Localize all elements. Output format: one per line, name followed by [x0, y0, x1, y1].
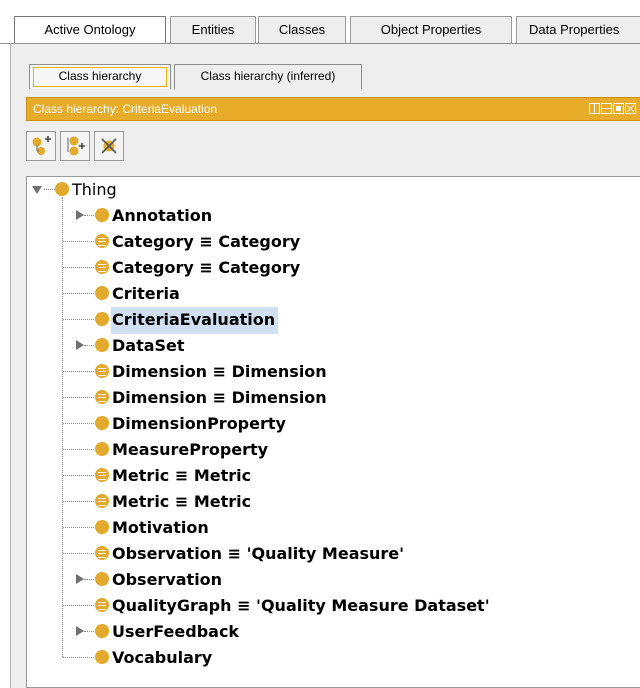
node-label: UserFeedback [112, 622, 240, 641]
split-horizontal-icon[interactable] [601, 103, 612, 114]
tab-entities[interactable]: Entities [170, 16, 256, 44]
tree-connector [63, 397, 94, 398]
node-label: MeasureProperty [112, 440, 269, 459]
node-label: Category ≡ Category [112, 232, 301, 251]
defined-class-icon [95, 364, 109, 378]
class-hierarchy-tree[interactable]: Thing Annotation Category ≡ Category Categ… [26, 176, 640, 688]
tree-connector [63, 267, 94, 268]
class-icon [95, 442, 109, 456]
close-view-icon[interactable] [625, 103, 636, 114]
collapse-arrow-icon[interactable] [32, 186, 42, 194]
node-label: Observation [112, 570, 223, 589]
tab-label: Class hierarchy [58, 69, 142, 83]
class-icon [95, 208, 109, 222]
tab-label: Classes [278, 22, 326, 37]
tree-container: Thing Annotation Category ≡ Category Categ… [27, 177, 640, 687]
node-label: Dimension ≡ Dimension [112, 388, 327, 407]
tree-connector [63, 241, 94, 242]
class-icon [95, 416, 109, 430]
expand-arrow-icon[interactable] [76, 626, 84, 636]
defined-class-icon [95, 494, 109, 508]
tree-connector [63, 371, 94, 372]
tab-label: Active Ontology [44, 22, 136, 37]
tree-connector [84, 631, 94, 632]
hierarchy-toolbar [26, 128, 124, 164]
tab-classes[interactable]: Classes [258, 16, 346, 44]
class-icon [95, 650, 109, 664]
class-icon [95, 338, 109, 352]
tree-connector [63, 527, 94, 528]
node-label: Dimension ≡ Dimension [112, 362, 327, 381]
defined-class-icon [95, 546, 109, 560]
expand-arrow-icon[interactable] [76, 574, 84, 584]
defined-class-icon [95, 468, 109, 482]
tab-label: Data Properties [529, 22, 620, 37]
node-label: Metric ≡ Metric [112, 492, 252, 511]
top-tab-bar: Active Ontology Entities Classes Object … [0, 0, 640, 44]
node-label: Metric ≡ Metric [112, 466, 252, 485]
expand-arrow-icon[interactable] [76, 210, 84, 220]
tree-connector [63, 605, 94, 606]
node-label: Category ≡ Category [112, 258, 301, 277]
tree-connector [63, 553, 94, 554]
defined-class-icon [95, 234, 109, 248]
add-subclass-icon [32, 136, 51, 155]
classes-tab-content: Class hierarchy Class hierarchy (inferre… [10, 44, 640, 688]
tree-connector [63, 319, 94, 320]
node-label: Criteria [112, 284, 180, 303]
node-label: Thing [72, 180, 117, 199]
tree-connector [63, 423, 94, 424]
node-label: DataSet [112, 336, 185, 355]
view-header: Class hierarchy: CriteriaEvaluation [26, 97, 640, 121]
class-icon [95, 520, 109, 534]
tree-connector [44, 189, 55, 190]
defined-class-icon [95, 260, 109, 274]
defined-class-icon [95, 390, 109, 404]
tree-connector [63, 293, 94, 294]
tree-connector [84, 579, 94, 580]
class-icon [95, 312, 109, 326]
tree-connector [63, 475, 94, 476]
maximize-icon[interactable] [613, 103, 624, 114]
class-icon [95, 286, 109, 300]
tree-connector [63, 657, 94, 658]
tree-connector [63, 501, 94, 502]
defined-class-icon [95, 598, 109, 612]
tab-data-properties[interactable]: Data Properties [516, 16, 640, 44]
node-label: Vocabulary [112, 648, 213, 667]
tree-connector [63, 449, 94, 450]
tab-class-hierarchy-inferred[interactable]: Class hierarchy (inferred) [174, 64, 362, 89]
view-controls [589, 103, 636, 114]
node-label: QualityGraph ≡ 'Quality Measure Dataset' [112, 596, 490, 615]
node-label: Observation ≡ 'Quality Measure' [112, 544, 405, 563]
class-icon [55, 182, 69, 196]
node-label: DimensionProperty [112, 414, 286, 433]
tab-active-ontology[interactable]: Active Ontology [14, 16, 166, 44]
add-sibling-button[interactable] [60, 131, 90, 161]
tab-class-hierarchy[interactable]: Class hierarchy [29, 64, 171, 89]
node-label: Motivation [112, 518, 209, 537]
tree-connector [84, 345, 94, 346]
view-title: Class hierarchy: CriteriaEvaluation [33, 102, 218, 116]
class-icon [95, 624, 109, 638]
add-subclass-button[interactable] [26, 131, 56, 161]
tab-label: Class hierarchy (inferred) [200, 69, 336, 83]
tree-connector [62, 197, 63, 657]
delete-class-icon [101, 138, 117, 154]
tree-connector [84, 215, 94, 216]
tab-object-properties[interactable]: Object Properties [350, 16, 512, 44]
delete-class-button[interactable] [94, 131, 124, 161]
split-vertical-icon[interactable] [589, 103, 600, 114]
add-sibling-icon [67, 136, 85, 156]
node-label: Annotation [112, 206, 213, 225]
class-icon [95, 572, 109, 586]
tab-label: Object Properties [380, 22, 482, 37]
tab-label: Entities [191, 22, 235, 37]
node-label: CriteriaEvaluation [111, 307, 279, 334]
expand-arrow-icon[interactable] [76, 340, 84, 350]
